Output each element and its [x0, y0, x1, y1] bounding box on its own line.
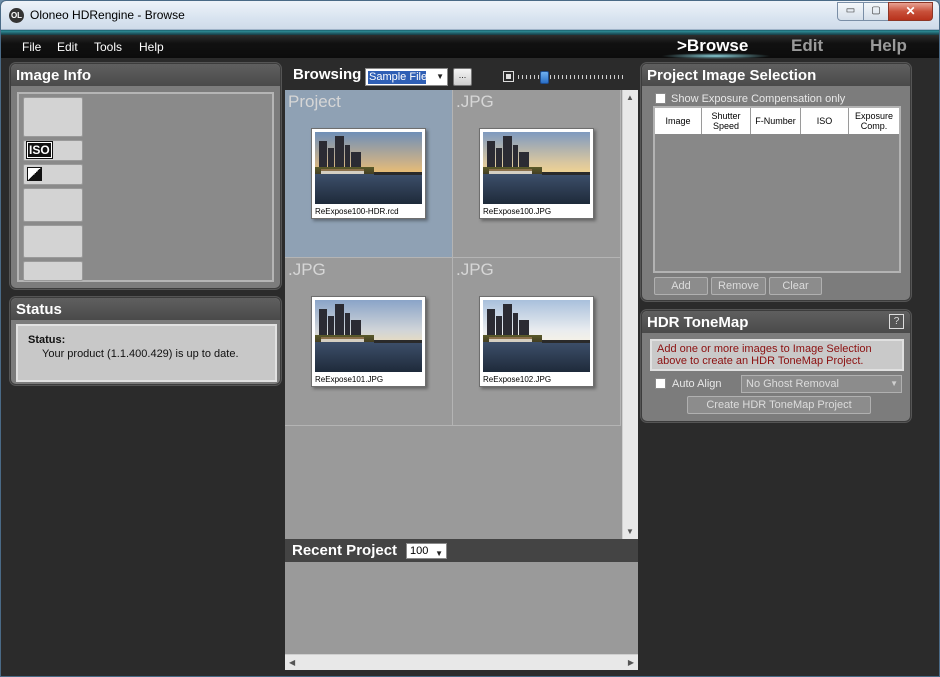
thumbnail-cell[interactable]: .JPG ReExpose100.JPG — [453, 90, 621, 258]
menu-bar: File Edit Tools Help >Browse Edit Help — [1, 30, 939, 59]
info-slot-5 — [23, 225, 83, 258]
browsing-header: Browsing Sample Files\ ▼ ... — [285, 62, 638, 90]
add-button[interactable]: Add — [654, 277, 708, 295]
chevron-down-icon: ▼ — [436, 72, 444, 81]
thumbnail-cell[interactable]: .JPG ReExpose101.JPG — [285, 258, 453, 426]
image-info-panel: Image Info ISO — [10, 63, 281, 289]
thumbnail-caption: ReExpose102.JPG — [483, 375, 552, 384]
thumbnail-caption: ReExpose100-HDR.rcd — [315, 207, 399, 216]
info-slot-4 — [23, 188, 83, 222]
status-box: Status: Your product (1.1.400.429) is up… — [16, 324, 277, 382]
help-icon[interactable]: ? — [889, 314, 904, 329]
column-header-image[interactable]: Image — [655, 108, 702, 134]
title-bar: OL Oloneo HDRengine - Browse ▭ ▢ ✕ — [1, 1, 939, 30]
show-exposure-comp-label: Show Exposure Compensation only — [671, 93, 846, 105]
hdr-tonemap-title: HDR ToneMap — [642, 311, 910, 333]
window-title: Oloneo HDRengine - Browse — [30, 8, 185, 22]
auto-align-checkbox[interactable] — [655, 378, 666, 389]
zoom-slider-handle[interactable] — [540, 71, 549, 84]
oloneo-logo-icon: OL — [9, 8, 24, 23]
chevron-down-icon: ▼ — [890, 379, 898, 388]
recent-count-value: 100 — [410, 545, 429, 557]
tab-edit[interactable]: Edit — [791, 36, 823, 56]
folder-select[interactable]: Sample Files\ ▼ — [365, 68, 448, 86]
auto-align-label: Auto Align — [672, 378, 722, 390]
thumbnail-cell[interactable]: Project ReExpose100-HDR.rcd — [285, 90, 453, 258]
zoom-slider[interactable] — [518, 75, 623, 79]
image-thumbnail[interactable]: ReExpose102.JPG — [479, 296, 594, 387]
browsing-title: Browsing — [293, 66, 362, 83]
thumbnail-type-label: Project — [288, 92, 341, 111]
thumbnail-browser: Project ReExpose100-HDR.rcd .JPG ReExpose10… — [285, 90, 622, 539]
thumbnail-photo — [483, 132, 590, 204]
zoom-fit-icon[interactable] — [503, 71, 514, 82]
scroll-right-icon[interactable]: ▶ — [628, 658, 634, 667]
column-header-iso[interactable]: ISO — [801, 108, 849, 134]
thumbnail-caption: ReExpose100.JPG — [483, 207, 552, 216]
project-image-selection-panel: Project Image Selection Show Exposure Co… — [641, 63, 911, 301]
status-title: Status — [11, 298, 280, 320]
info-slot-1 — [23, 97, 83, 137]
column-header-exposure-comp[interactable]: Exposure Comp. — [849, 108, 899, 134]
thumbnail-photo — [483, 300, 590, 372]
column-header-f-number[interactable]: F-Number — [751, 108, 801, 134]
thumbnail-caption: ReExpose101.JPG — [315, 375, 384, 384]
project-selection-body: Show Exposure Compensation only Image Sh… — [650, 90, 904, 300]
menu-help[interactable]: Help — [139, 40, 164, 54]
status-label: Status: — [28, 334, 66, 346]
iso-icon: ISO — [26, 141, 53, 159]
ghost-removal-value: No Ghost Removal — [746, 378, 839, 390]
ghost-removal-select[interactable]: No Ghost Removal ▼ — [741, 375, 902, 393]
exposure-compensation-icon — [27, 167, 42, 181]
info-slot-6 — [23, 261, 83, 281]
info-slot-exposure — [23, 164, 83, 185]
close-button[interactable]: ✕ — [888, 2, 933, 21]
column-header-shutter-speed[interactable]: Shutter Speed — [702, 108, 751, 134]
image-thumbnail[interactable]: ReExpose100-HDR.rcd — [311, 128, 426, 219]
show-exposure-comp-checkbox[interactable] — [655, 93, 666, 104]
chevron-down-icon: ▼ — [435, 549, 443, 558]
tab-help[interactable]: Help — [870, 36, 907, 56]
create-hdr-tonemap-button[interactable]: Create HDR ToneMap Project — [687, 396, 871, 414]
menu-tools[interactable]: Tools — [94, 40, 122, 54]
tab-browse[interactable]: >Browse — [677, 36, 748, 56]
image-thumbnail[interactable]: ReExpose100.JPG — [479, 128, 594, 219]
browse-folder-button[interactable]: ... — [453, 68, 472, 86]
hdr-tonemap-message: Add one or more images to Image Selectio… — [650, 339, 904, 371]
thumbnail-photo — [315, 300, 422, 372]
image-info-title: Image Info — [11, 64, 280, 86]
menu-edit[interactable]: Edit — [57, 40, 78, 54]
recent-project-title: Recent Project — [292, 542, 398, 559]
thumbnail-cell[interactable]: .JPG ReExpose102.JPG — [453, 258, 621, 426]
minimize-button[interactable]: ▭ — [837, 2, 864, 21]
app-window: OL Oloneo HDRengine - Browse ▭ ▢ ✕ File … — [0, 0, 940, 677]
image-info-grid: ISO — [17, 92, 274, 282]
scroll-down-icon[interactable]: ▼ — [626, 527, 634, 536]
hdr-tonemap-panel: HDR ToneMap ? Add one or more images to … — [641, 310, 911, 422]
project-selection-title: Project Image Selection — [642, 64, 910, 86]
image-thumbnail[interactable]: ReExpose101.JPG — [311, 296, 426, 387]
menu-file[interactable]: File — [22, 40, 41, 54]
scroll-left-icon[interactable]: ◀ — [289, 658, 295, 667]
info-slot-iso: ISO — [23, 140, 83, 161]
status-message: Your product (1.1.400.429) is up to date… — [42, 348, 239, 360]
status-panel: Status Status: Your product (1.1.400.429… — [10, 297, 281, 385]
remove-button[interactable]: Remove — [711, 277, 766, 295]
maximize-button[interactable]: ▢ — [863, 2, 889, 21]
recent-project-list — [285, 562, 638, 654]
recent-project-header: Recent Project 100 ▼ — [285, 539, 638, 562]
recent-count-select[interactable]: 100 ▼ — [406, 543, 447, 559]
recent-horizontal-scrollbar[interactable]: ◀ ▶ — [285, 654, 638, 670]
thumbnail-type-label: .JPG — [288, 260, 326, 279]
browser-vertical-scrollbar[interactable]: ▲ ▼ — [622, 90, 638, 539]
clear-button[interactable]: Clear — [769, 277, 822, 295]
folder-select-value: Sample Files\ — [368, 71, 426, 84]
thumbnail-photo — [315, 132, 422, 204]
scroll-up-icon[interactable]: ▲ — [626, 93, 634, 102]
thumbnail-type-label: .JPG — [456, 260, 494, 279]
image-selection-table: Image Shutter Speed F-Number ISO Exposur… — [653, 106, 901, 273]
thumbnail-type-label: .JPG — [456, 92, 494, 111]
